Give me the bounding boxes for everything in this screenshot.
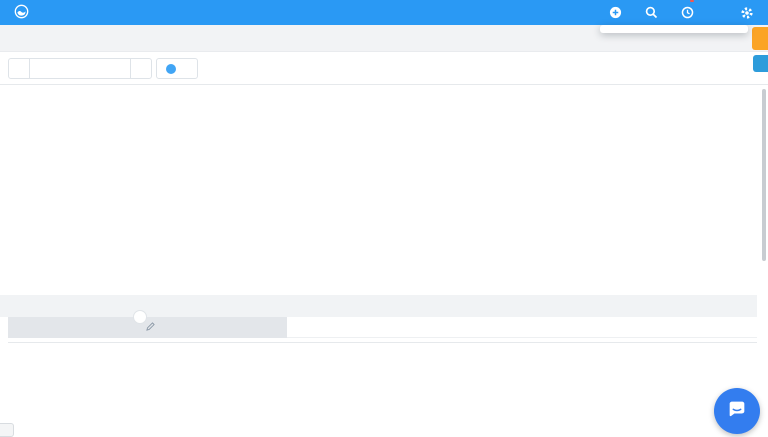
banner-action-button[interactable] <box>752 27 768 50</box>
collapse-ist-button[interactable] <box>133 310 147 324</box>
toolbar-primary-button[interactable] <box>753 55 768 72</box>
scenario-selector[interactable] <box>156 58 198 79</box>
kpi-block <box>0 93 110 96</box>
soll-zahlen-band <box>287 317 757 338</box>
settings-gear-icon[interactable] <box>740 6 754 20</box>
prev-period-button[interactable] <box>9 59 30 78</box>
add-icon[interactable] <box>609 6 622 19</box>
liquidity-chart-section <box>0 85 768 293</box>
period-band-row <box>0 317 768 338</box>
scenario-color-dot <box>166 64 176 74</box>
next-period-button[interactable] <box>130 59 151 78</box>
status-url <box>0 423 14 437</box>
agicap-logo-icon <box>14 4 29 22</box>
toolbar <box>0 52 768 85</box>
table-body <box>8 342 757 343</box>
chart-scrollbar[interactable] <box>762 89 766 261</box>
search-icon[interactable] <box>645 6 658 19</box>
edit-pencil-icon[interactable] <box>146 322 155 334</box>
top-navbar <box>0 0 768 25</box>
chat-launcher-button[interactable] <box>714 388 760 434</box>
ist-zahlen-band <box>8 317 287 338</box>
cashflow-chart <box>105 85 765 293</box>
month-header-row <box>0 295 757 317</box>
chat-bubble-icon <box>726 398 748 425</box>
brand-logo[interactable] <box>14 4 34 22</box>
settings-dropdown-menu <box>600 25 748 33</box>
notification-badge <box>690 0 694 2</box>
date-range-label[interactable] <box>30 59 130 78</box>
date-range-control <box>8 58 152 79</box>
notifications-icon[interactable] <box>681 6 694 19</box>
